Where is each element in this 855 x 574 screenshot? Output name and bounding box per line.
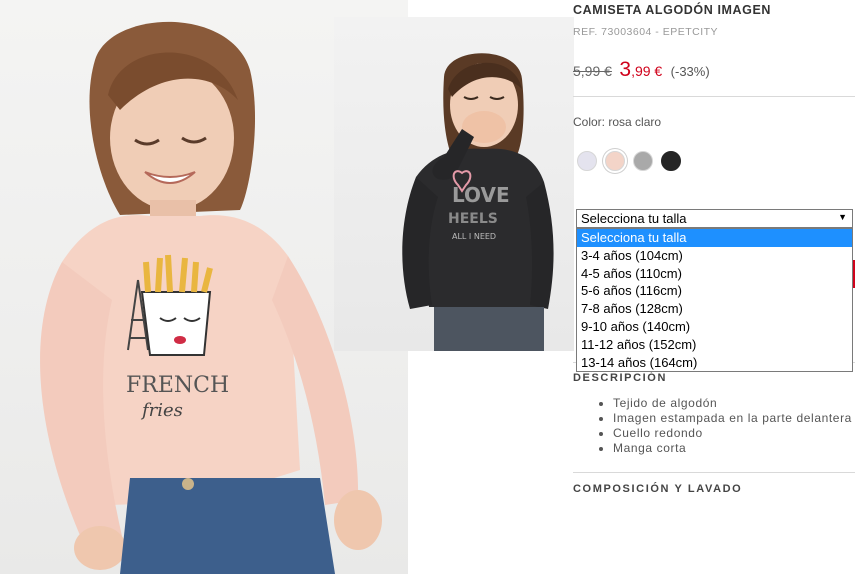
- svg-text:fries: fries: [140, 400, 183, 421]
- price-original: 5,99 €: [573, 63, 612, 79]
- size-option[interactable]: 5-6 años (116cm): [577, 282, 852, 300]
- svg-text:LOVE: LOVE: [452, 183, 510, 207]
- size-option[interactable]: 13-14 años (164cm): [577, 354, 852, 372]
- size-option[interactable]: 7-8 años (128cm): [577, 300, 852, 318]
- size-option[interactable]: 4-5 años (110cm): [577, 265, 852, 283]
- size-option[interactable]: 11-12 años (152cm): [577, 336, 852, 354]
- description-list: Tejido de algodón Imagen estampada en la…: [573, 396, 855, 456]
- description-item: Imagen estampada en la parte delantera: [613, 411, 855, 426]
- chevron-down-icon[interactable]: ▼: [838, 212, 847, 222]
- price-row: 5,99 € 3,99 € (-33%): [573, 58, 710, 82]
- color-label: Color: rosa claro: [573, 115, 662, 129]
- description-heading: DESCRIPCIÓN: [573, 372, 667, 384]
- svg-text:ALL I NEED: ALL I NEED: [452, 232, 496, 241]
- size-option[interactable]: Selecciona tu talla: [577, 229, 852, 247]
- product-title: CAMISETA ALGODÓN IMAGEN: [573, 3, 772, 17]
- color-swatch-negro[interactable]: [661, 151, 681, 171]
- price-sale-integer: 3: [619, 58, 632, 81]
- description-item: Cuello redondo: [613, 426, 855, 441]
- description-item: Tejido de algodón: [613, 396, 855, 411]
- color-swatch-lila[interactable]: [577, 151, 597, 171]
- girl-black-shirt-illustration: LOVE HEELS ALL I NEED: [402, 53, 554, 351]
- description-item: Manga corta: [613, 441, 855, 456]
- discount-badge: (-33%): [670, 64, 710, 79]
- size-option[interactable]: 9-10 años (140cm): [577, 318, 852, 336]
- price-sale-decimal: ,99 €: [631, 63, 663, 79]
- price-sale: 3,99 €: [619, 58, 662, 81]
- product-image-secondary[interactable]: LOVE HEELS ALL I NEED: [334, 17, 574, 351]
- color-swatch-rosa-claro[interactable]: [605, 151, 625, 171]
- composition-accordion[interactable]: COMPOSICIÓN Y LAVADO: [573, 483, 742, 495]
- size-option[interactable]: 3-4 años (104cm): [577, 247, 852, 265]
- product-reference: REF. 73003604 - EPETCITY: [573, 26, 719, 38]
- svg-text:HEELS: HEELS: [448, 211, 498, 227]
- color-swatch-gris[interactable]: [633, 151, 653, 171]
- svg-text:FRENCH: FRENCH: [126, 373, 229, 398]
- size-select[interactable]: Selecciona tu talla ▼: [576, 209, 853, 228]
- color-swatches: [577, 151, 681, 171]
- divider: [573, 96, 855, 97]
- divider: [573, 472, 855, 473]
- size-dropdown-list: Selecciona tu talla 3-4 años (104cm) 4-5…: [576, 228, 853, 373]
- size-select-value: Selecciona tu talla: [581, 211, 687, 226]
